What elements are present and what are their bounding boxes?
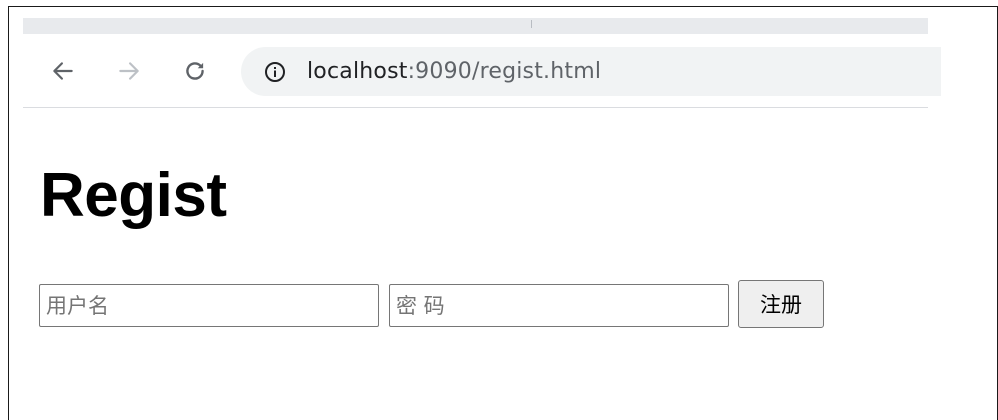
- back-button[interactable]: [46, 54, 80, 88]
- arrow-left-icon: [53, 62, 73, 80]
- tab-strip: [23, 18, 928, 34]
- url-host: localhost: [307, 59, 408, 84]
- page-title: Regist: [40, 161, 227, 230]
- forward-button[interactable]: [112, 54, 146, 88]
- url-text[interactable]: localhost:9090/regist.html: [307, 58, 601, 86]
- url-path: :9090/regist.html: [407, 59, 602, 84]
- register-button[interactable]: 注册: [738, 280, 824, 328]
- address-bar[interactable]: localhost:9090/regist.html: [241, 47, 941, 96]
- browser-window: localhost:9090/regist.html Regist 注册: [8, 6, 998, 420]
- password-input[interactable]: [389, 284, 729, 327]
- arrow-right-icon: [119, 62, 139, 80]
- username-input[interactable]: [39, 284, 379, 327]
- reload-button[interactable]: [178, 54, 212, 88]
- tab-separator: [531, 20, 532, 28]
- reload-icon: [186, 62, 204, 80]
- browser-toolbar: localhost:9090/regist.html: [23, 34, 941, 108]
- info-circle-icon[interactable]: [263, 60, 287, 84]
